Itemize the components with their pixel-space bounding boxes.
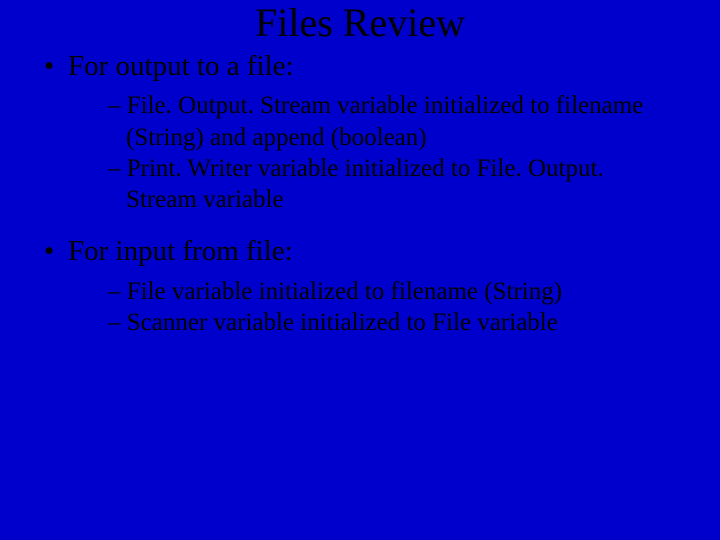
sub-bullet: – Scanner variable initialized to File v… [108,307,668,338]
sub-bullets-output: – File. Output. Stream variable initiali… [108,90,668,215]
sub-bullet: – File variable initialized to filename … [108,276,668,307]
slide-title: Files Review [0,0,720,46]
bullet-dot-icon: • [44,233,68,269]
bullet-label: For output to a file: [68,50,294,82]
sub-bullet-text: File variable initialized to filename (S… [127,278,562,305]
sub-bullets-input: – File variable initialized to filename … [108,276,668,339]
sub-bullet: – Print. Writer variable initialized to … [108,153,668,216]
sub-bullet: – File. Output. Stream variable initiali… [108,90,668,153]
sub-bullet-text: Scanner variable initialized to File var… [127,309,558,336]
bullet-label: For input from file: [68,235,293,267]
sub-bullet-text: Print. Writer variable initialized to Fi… [126,155,604,213]
bullet-dot-icon: • [44,48,68,84]
bullet-output: •For output to a file: [44,48,720,84]
slide: Files Review •For output to a file: – Fi… [0,0,720,540]
sub-bullet-text: File. Output. Stream variable initialize… [126,92,643,150]
bullet-input: •For input from file: [44,233,720,269]
